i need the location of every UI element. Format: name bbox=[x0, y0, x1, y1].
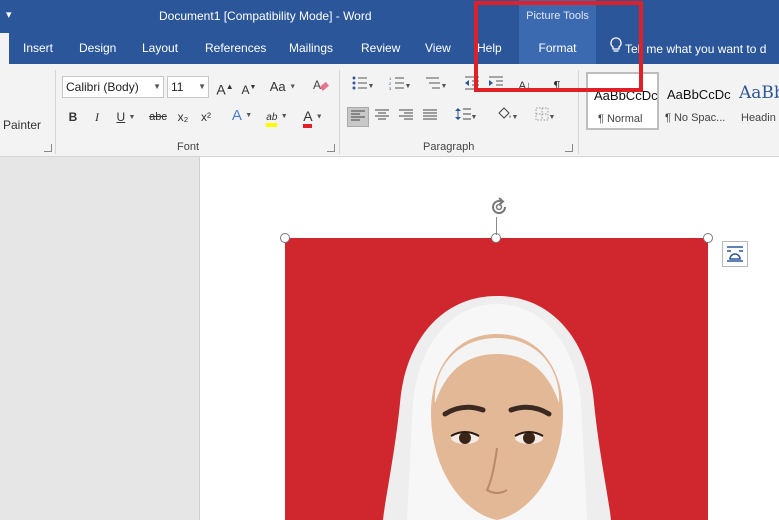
borders-button[interactable]: ▼ bbox=[530, 107, 560, 127]
style-name: Headin bbox=[741, 112, 776, 124]
style-name: ¶ Normal bbox=[598, 113, 643, 125]
change-case-glyph: Aa bbox=[269, 79, 286, 94]
style-sample: AaBbCcDc bbox=[667, 87, 731, 102]
align-left-icon bbox=[351, 110, 365, 121]
chevron-down-icon: ▼ bbox=[153, 82, 161, 91]
highlight-color-button[interactable]: ab ▼ bbox=[262, 106, 292, 127]
style-name: ¶ No Spac... bbox=[665, 112, 726, 124]
style-heading[interactable]: AaBb Headin bbox=[734, 72, 779, 130]
line-spacing-button[interactable]: ▼ bbox=[451, 107, 481, 127]
borders-icon bbox=[535, 107, 549, 121]
font-name-combo[interactable]: Calibri (Body) ▼ bbox=[62, 76, 164, 98]
ribbon: Painter Calibri (Body) ▼ 11 ▼ A▲ A▼ Aa ▼… bbox=[0, 64, 779, 157]
tab-review[interactable]: Review bbox=[361, 33, 400, 64]
strikethrough-button[interactable]: abc bbox=[147, 107, 169, 127]
align-right-icon bbox=[399, 109, 413, 120]
numbered-list-icon: 123 bbox=[389, 76, 404, 91]
bold-button[interactable]: B bbox=[65, 107, 81, 127]
tab-insert[interactable]: Insert bbox=[23, 33, 53, 64]
resize-handle-top-left[interactable] bbox=[280, 233, 290, 243]
justify-icon bbox=[423, 109, 437, 120]
change-case-button[interactable]: Aa ▼ bbox=[268, 77, 298, 97]
shrink-font-button[interactable]: A▼ bbox=[240, 78, 258, 98]
group-separator bbox=[55, 70, 56, 154]
paragraph-launcher-icon[interactable] bbox=[565, 144, 573, 152]
tab-mailings[interactable]: Mailings bbox=[289, 33, 333, 64]
paint-bucket-icon bbox=[497, 107, 511, 119]
text-effects-glyph: A bbox=[231, 107, 242, 124]
eraser-icon: A bbox=[313, 78, 329, 92]
clear-formatting-button[interactable]: A bbox=[311, 76, 331, 96]
bullet-list-icon bbox=[352, 76, 367, 90]
tab-references[interactable]: References bbox=[205, 33, 266, 64]
group-separator bbox=[339, 70, 340, 154]
justify-button[interactable] bbox=[420, 107, 440, 127]
font-launcher-icon[interactable] bbox=[327, 144, 335, 152]
tell-me-text: Tell me what you want to d bbox=[625, 42, 767, 56]
italic-button[interactable]: I bbox=[89, 107, 105, 127]
shrink-font-glyph: A bbox=[241, 83, 250, 97]
align-left-button[interactable] bbox=[347, 107, 369, 127]
chevron-down-icon: ▼ bbox=[198, 82, 206, 91]
format-painter-label[interactable]: Painter bbox=[3, 118, 41, 132]
tab-design[interactable]: Design bbox=[79, 33, 116, 64]
underline-button[interactable]: U ▼ bbox=[112, 107, 140, 127]
tab-view[interactable]: View bbox=[425, 33, 451, 64]
selected-photo[interactable] bbox=[285, 238, 708, 520]
document-area bbox=[0, 157, 779, 520]
title-bar: ▾ Document1 [Compatibility Mode] - Word … bbox=[0, 0, 779, 33]
align-center-button[interactable] bbox=[372, 107, 392, 127]
style-sample: AaBb bbox=[739, 83, 779, 103]
window-title: Document1 [Compatibility Mode] - Word bbox=[159, 9, 372, 23]
numbering-button[interactable]: 1 2 3 ▼ bbox=[385, 76, 415, 96]
resize-handle-top-right[interactable] bbox=[703, 233, 713, 243]
rotate-handle-stem bbox=[496, 217, 497, 235]
underline-glyph: U bbox=[116, 110, 126, 124]
grow-font-button[interactable]: A▲ bbox=[216, 77, 234, 98]
align-right-button[interactable] bbox=[396, 107, 416, 127]
style-no-spacing[interactable]: AaBbCcDc ¶ No Spac... bbox=[660, 72, 733, 130]
align-center-icon bbox=[375, 109, 389, 120]
grow-font-glyph: A bbox=[216, 81, 226, 98]
font-color-glyph: A bbox=[303, 108, 312, 128]
paragraph-group-label: Paragraph bbox=[423, 141, 475, 153]
tab-layout[interactable]: Layout bbox=[142, 33, 178, 64]
superscript-button[interactable]: x² bbox=[197, 107, 215, 127]
font-size-combo[interactable]: 11 ▼ bbox=[167, 76, 209, 98]
clipboard-launcher-icon[interactable] bbox=[44, 144, 52, 152]
font-name-value: Calibri (Body) bbox=[66, 80, 139, 94]
highlight-box bbox=[474, 1, 643, 92]
highlighter-glyph: ab bbox=[266, 112, 278, 127]
shading-button[interactable]: ▼ bbox=[491, 107, 523, 127]
layout-options-icon[interactable] bbox=[722, 241, 748, 267]
svg-text:A: A bbox=[313, 78, 321, 92]
text-effects-button[interactable]: A ▼ bbox=[227, 106, 257, 126]
line-spacing-icon bbox=[454, 108, 471, 120]
customize-quick-access-icon[interactable]: ▾ bbox=[6, 8, 12, 22]
bullets-button[interactable]: ▼ bbox=[348, 76, 378, 96]
subscript-button[interactable]: x₂ bbox=[174, 107, 192, 127]
rotate-handle-icon[interactable] bbox=[487, 195, 511, 219]
font-size-value: 11 bbox=[171, 80, 184, 94]
multilevel-list-button[interactable]: ▼ bbox=[421, 76, 451, 96]
file-tab-edge[interactable] bbox=[0, 33, 9, 64]
multilevel-list-icon bbox=[425, 77, 440, 89]
svg-text:3: 3 bbox=[389, 86, 392, 90]
font-color-button[interactable]: A ▼ bbox=[298, 106, 328, 128]
portrait-photo bbox=[285, 238, 708, 520]
font-group-label: Font bbox=[177, 141, 200, 153]
